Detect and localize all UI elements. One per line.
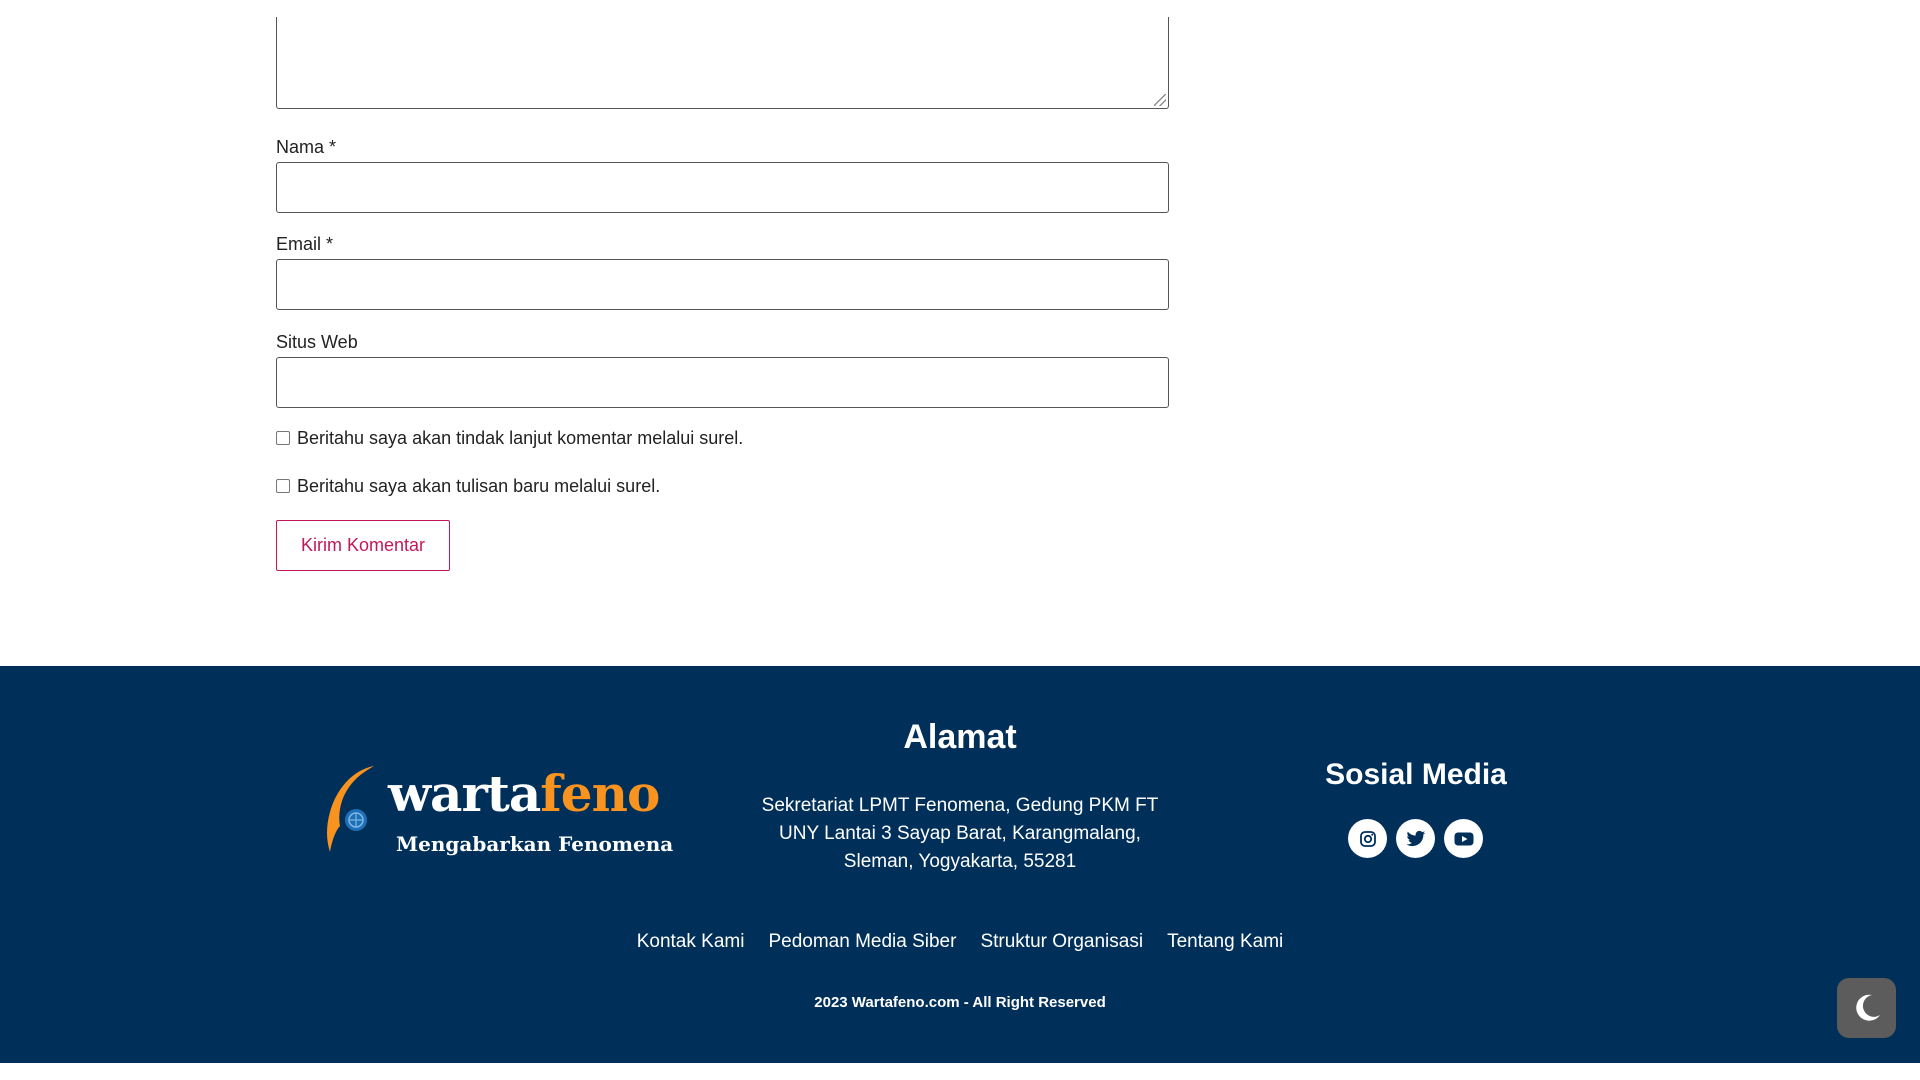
name-field[interactable] [276,162,1169,213]
address-line-1: Sekretariat LPMT Fenomena, Gedung PKM FT [761,795,1159,816]
logo-feather-icon [327,766,374,852]
wartafeno-logo[interactable]: wartafeno Mengabarkan Fenomena [322,756,673,866]
footer-nav: Kontak Kami Pedoman Media Siber Struktur… [0,931,1920,953]
moon-icon [1855,994,1880,1021]
email-label: Email * [276,234,334,254]
comment-textarea[interactable] [276,17,1169,109]
address-line-2: UNY Lantai 3 Sayap Barat, Karangmalang, [779,823,1141,844]
footer-link-struktur[interactable]: Struktur Organisasi [980,931,1143,953]
footer-link-pedoman[interactable]: Pedoman Media Siber [768,931,956,953]
notify-posts-checkbox[interactable] [276,478,290,493]
social-heading: Sosial Media [1325,758,1507,791]
dark-mode-toggle[interactable] [1837,978,1896,1038]
footer-link-tentang[interactable]: Tentang Kami [1167,931,1283,953]
logo-tagline: Mengabarkan Fenomena [396,832,674,856]
twitter-icon[interactable] [1396,819,1435,858]
notify-comments-row: Beritahu saya akan tindak lanjut komenta… [276,428,743,449]
website-field[interactable] [276,357,1169,408]
notify-posts-label: Beritahu saya akan tulisan baru melalui … [297,476,661,496]
submit-comment-button[interactable]: Kirim Komentar [276,520,450,571]
address-text: Sekretariat LPMT Fenomena, Gedung PKM FT… [740,792,1180,876]
notify-posts-row: Beritahu saya akan tulisan baru melalui … [276,476,660,497]
copyright-text: 2023 Wartafeno.com - All Right Reserved [814,994,1106,1011]
email-field[interactable] [276,259,1169,310]
address-heading: Alamat [903,718,1017,756]
youtube-icon[interactable] [1444,819,1483,858]
name-label: Nama * [276,137,337,157]
instagram-icon[interactable] [1348,819,1387,858]
resize-handle[interactable] [1154,94,1166,106]
site-footer: wartafeno Mengabarkan Fenomena Alamat Se… [0,666,1920,1063]
address-line-3: Sleman, Yogyakarta, 55281 [843,851,1077,872]
logo-word-part2: feno [540,764,660,823]
footer-link-kontak[interactable]: Kontak Kami [637,931,745,953]
notify-comments-checkbox[interactable] [276,430,290,445]
website-label: Situs Web [276,332,358,352]
social-links [1348,819,1483,858]
logo-wordmark: wartafeno [388,764,660,823]
logo-word-part1: warta [388,764,541,823]
notify-comments-label: Beritahu saya akan tindak lanjut komenta… [297,428,744,448]
